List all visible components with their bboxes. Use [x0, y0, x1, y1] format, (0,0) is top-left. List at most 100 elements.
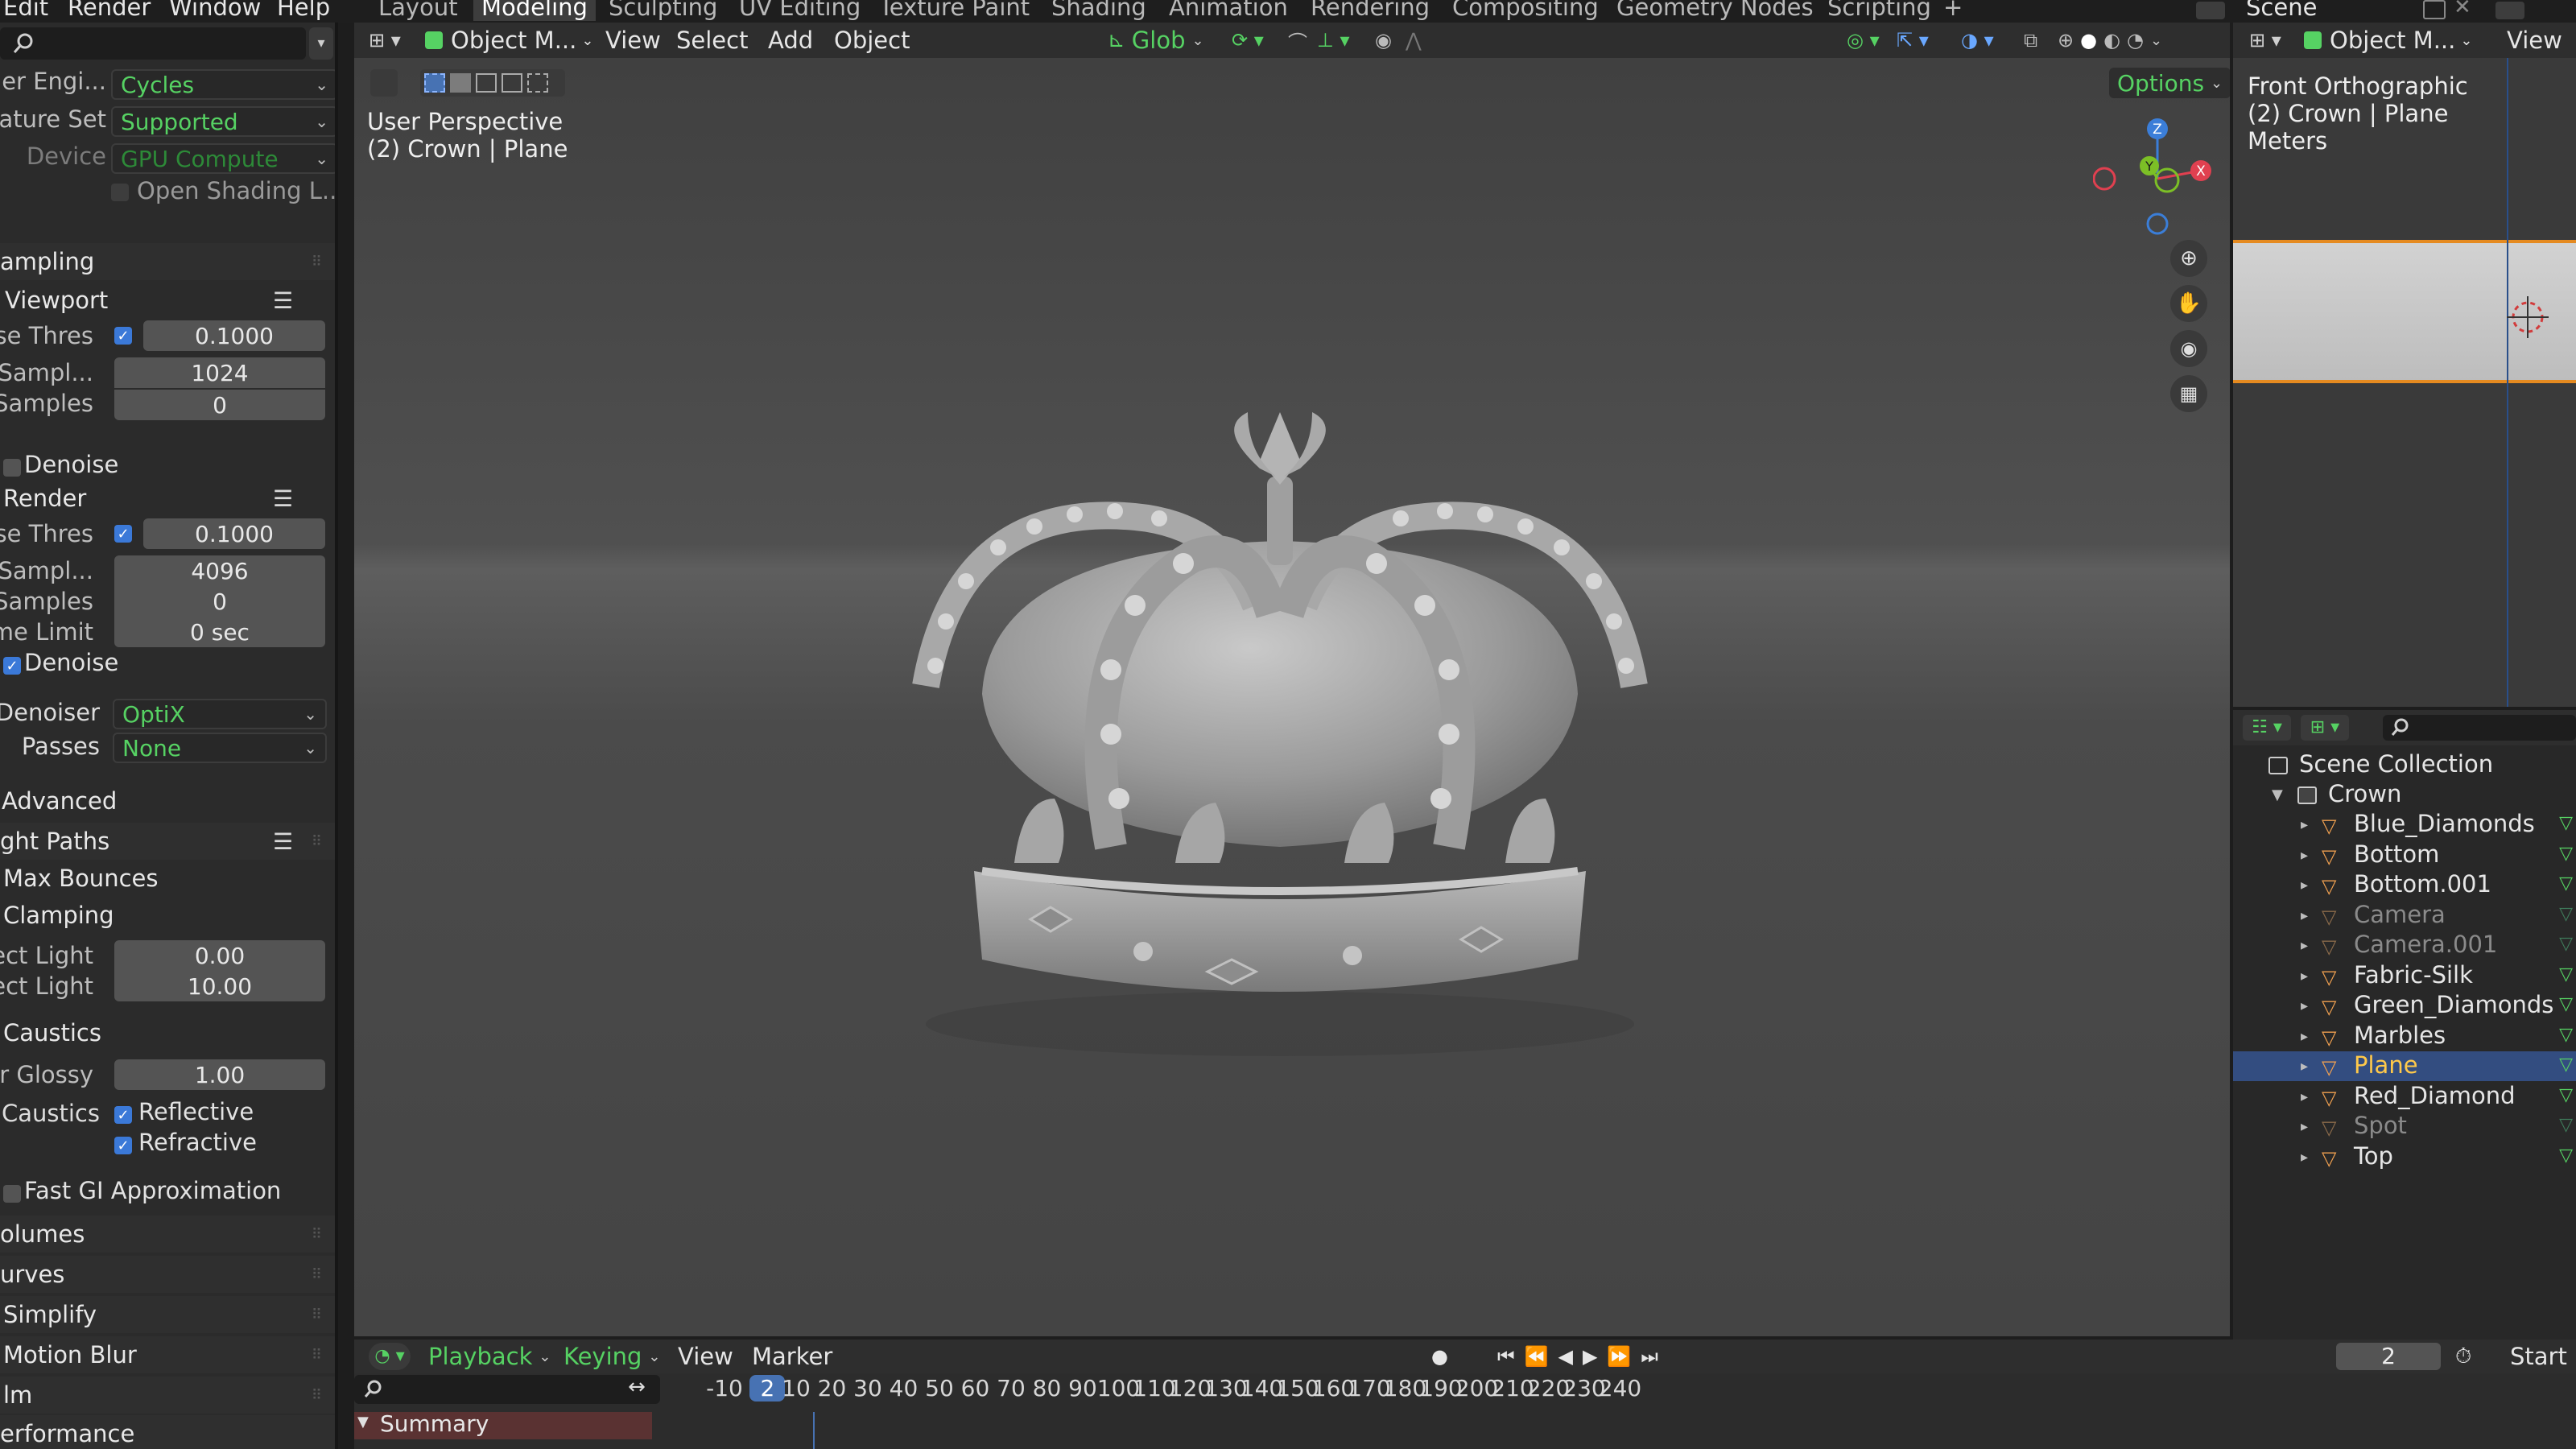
- falloff-icon[interactable]: ⋀: [1406, 23, 1422, 58]
- outliner-scene-collection[interactable]: Scene Collection: [2233, 750, 2576, 780]
- material-shading-icon[interactable]: ◐: [2103, 29, 2120, 52]
- workspace-tab-scripting[interactable]: Scripting: [1827, 0, 1931, 21]
- viewport-menu-view[interactable]: View: [605, 23, 661, 58]
- light-paths-panel-header[interactable]: ght Paths ☰ ⠿: [0, 823, 335, 860]
- select-extend-icon[interactable]: [450, 73, 471, 93]
- 3d-viewport[interactable]: User Perspective (2) Crown | Plane Z X Y…: [354, 58, 2230, 1336]
- expand-arrow-icon[interactable]: ▸: [2301, 997, 2308, 1014]
- new-scene-icon[interactable]: [2423, 0, 2446, 19]
- workspace-tab-texture-paint[interactable]: Texture Paint: [879, 0, 1030, 21]
- film-panel-header[interactable]: lm ⠿: [0, 1377, 335, 1414]
- workspace-tab-shading[interactable]: Shading: [1051, 0, 1146, 21]
- drag-handle-icon[interactable]: ⠿: [312, 1387, 324, 1404]
- select-invert-icon[interactable]: [502, 73, 522, 93]
- workspace-tab-rendering[interactable]: Rendering: [1311, 0, 1430, 21]
- mesh-data-icon[interactable]: ▽: [2559, 1085, 2573, 1105]
- presets-list-icon[interactable]: ☰: [273, 828, 293, 855]
- drag-handle-icon[interactable]: ⠿: [312, 254, 324, 270]
- clamping-subpanel-header[interactable]: Clamping: [0, 897, 335, 934]
- vp-min-samples-field[interactable]: 0: [114, 390, 325, 420]
- r-max-samples-field[interactable]: 4096: [114, 555, 325, 586]
- viewport-menu-add[interactable]: Add: [768, 23, 813, 58]
- selection-mode-buttons[interactable]: [420, 69, 565, 97]
- mesh-data-icon[interactable]: ▽: [2559, 1055, 2573, 1075]
- xray-toggle-icon[interactable]: ⧉: [2024, 23, 2037, 58]
- display-mode-icon[interactable]: ⊞ ▾: [2301, 715, 2349, 741]
- viewport-subpanel-header[interactable]: Viewport ☰: [0, 282, 335, 319]
- vp-noise-threshold-field[interactable]: 0.1000: [143, 320, 325, 351]
- mesh-data-icon[interactable]: ▽: [2559, 844, 2573, 864]
- zoom-icon[interactable]: ⊕: [2170, 240, 2207, 277]
- mesh-data-icon[interactable]: ▽: [2559, 873, 2573, 894]
- menu-render[interactable]: Render: [68, 0, 151, 21]
- mesh-data-icon[interactable]: ▽: [2559, 813, 2573, 833]
- drag-handle-icon[interactable]: ⠿: [312, 1226, 324, 1243]
- tool-toggle-icon[interactable]: [370, 69, 398, 97]
- expand-arrow-icon[interactable]: ▼: [2272, 786, 2283, 803]
- expand-arrow-icon[interactable]: ▸: [2301, 907, 2308, 924]
- side-interaction-mode-dropdown[interactable]: Object M... ⌄: [2304, 23, 2472, 58]
- outliner-item[interactable]: ▸ ▽ Marbles ▽: [2233, 1022, 2576, 1051]
- viewport-menu-object[interactable]: Object: [834, 23, 910, 58]
- menu-help[interactable]: Help: [277, 0, 330, 21]
- curves-panel-header[interactable]: urves ⠿: [0, 1256, 335, 1293]
- workspace-tab-sculpting[interactable]: Sculpting: [609, 0, 717, 21]
- visibility-filter-icon[interactable]: ◎ ▾: [1847, 23, 1880, 58]
- filter-glossy-field[interactable]: 1.00: [114, 1059, 325, 1090]
- denoiser-dropdown[interactable]: OptiX ⌄: [113, 699, 327, 729]
- proportional-edit-icon[interactable]: ◉: [1375, 23, 1392, 58]
- vp-max-samples-field[interactable]: 1024: [114, 357, 325, 388]
- outliner-item[interactable]: ▸ ▽ Blue_Diamonds ▽: [2233, 810, 2576, 840]
- frame-ruler[interactable]: -10 2 10 20 30 40 50 60 70 80 90 100 110 120 130 140 150…: [354, 1340, 2576, 1412]
- vp-denoise-checkbox[interactable]: [3, 459, 21, 477]
- outliner-item[interactable]: ▸ ▽ Fabric-Silk ▽: [2233, 961, 2576, 991]
- performance-panel-header[interactable]: erformance: [0, 1415, 335, 1449]
- menu-window[interactable]: Window: [169, 0, 261, 21]
- outliner-item[interactable]: ▸ ▽ Bottom.001 ▽: [2233, 870, 2576, 900]
- snap-target-icon[interactable]: ⊥ ▾: [1317, 23, 1350, 58]
- options-dropdown[interactable]: Options ⌄: [2109, 68, 2230, 98]
- expand-arrow-icon[interactable]: ▸: [2301, 1088, 2308, 1105]
- select-subtract-icon[interactable]: [476, 73, 497, 93]
- outliner-item[interactable]: ▸ ▽ Red_Diamond ▽: [2233, 1082, 2576, 1112]
- indirect-light-field[interactable]: 10.00: [114, 971, 325, 1001]
- viewport-menu-select[interactable]: Select: [676, 23, 748, 58]
- vp-noise-threshold-checkbox[interactable]: ✓: [114, 327, 132, 345]
- outliner-item[interactable]: ▸ ▽ Plane ▽: [2233, 1051, 2576, 1081]
- solid-shading-icon[interactable]: ●: [2080, 29, 2097, 52]
- properties-search-input[interactable]: [0, 27, 306, 60]
- expand-arrow-icon[interactable]: ▸: [2301, 1028, 2308, 1045]
- presets-list-icon[interactable]: ☰: [273, 287, 293, 314]
- interaction-mode-dropdown[interactable]: Object M... ⌄: [425, 23, 593, 58]
- outliner-item[interactable]: ▸ ▽ Camera ▽: [2233, 901, 2576, 931]
- reflective-checkbox[interactable]: ✓: [114, 1106, 132, 1124]
- overlay-toggle-icon[interactable]: ◑ ▾: [1961, 23, 1994, 58]
- render-subpanel-header[interactable]: Render ☰: [0, 480, 335, 517]
- advanced-subpanel-header[interactable]: Advanced: [0, 782, 335, 819]
- mesh-data-icon[interactable]: ▽: [2559, 1025, 2573, 1045]
- r-time-limit-field[interactable]: 0 sec: [114, 617, 325, 647]
- front-ortho-viewport[interactable]: ⊞ ▾ Object M... ⌄ View Front Orthographi…: [2233, 23, 2576, 707]
- pivot-point-icon[interactable]: ⟳ ▾: [1232, 23, 1264, 58]
- expand-arrow-icon[interactable]: ▸: [2301, 1149, 2308, 1166]
- outliner-item[interactable]: ▸ ▽ Camera.001 ▽: [2233, 931, 2576, 960]
- workspace-tab-modeling[interactable]: Modeling: [473, 0, 596, 21]
- passes-dropdown[interactable]: None ⌄: [113, 733, 327, 763]
- mesh-data-icon[interactable]: ▽: [2559, 934, 2573, 954]
- outliner-item[interactable]: ▸ ▽ Spot ▽: [2233, 1112, 2576, 1141]
- filter-dropdown-icon[interactable]: ▾: [309, 27, 333, 60]
- menu-edit[interactable]: Edit: [3, 0, 48, 21]
- workspace-tab-layout[interactable]: Layout: [378, 0, 458, 21]
- drag-handle-icon[interactable]: ⠿: [312, 1307, 324, 1323]
- drag-handle-icon[interactable]: ⠿: [312, 1347, 324, 1364]
- shading-mode-buttons[interactable]: ⊕ ● ◐ ◔ ⌄: [2058, 23, 2162, 58]
- fast-gi-checkbox[interactable]: [3, 1185, 21, 1203]
- outliner-item[interactable]: ▸ ▽ Green_Diamonds ▽: [2233, 991, 2576, 1021]
- refractive-checkbox[interactable]: ✓: [114, 1137, 132, 1154]
- rendered-shading-icon[interactable]: ◔: [2127, 29, 2144, 52]
- mesh-data-icon[interactable]: ▽: [2559, 994, 2573, 1014]
- wireframe-shading-icon[interactable]: ⊕: [2058, 29, 2074, 52]
- caustics-subpanel-header[interactable]: Caustics: [0, 1014, 335, 1051]
- motion-blur-panel-header[interactable]: Motion Blur ⠿: [0, 1336, 335, 1373]
- mesh-data-icon[interactable]: ▽: [2559, 904, 2573, 924]
